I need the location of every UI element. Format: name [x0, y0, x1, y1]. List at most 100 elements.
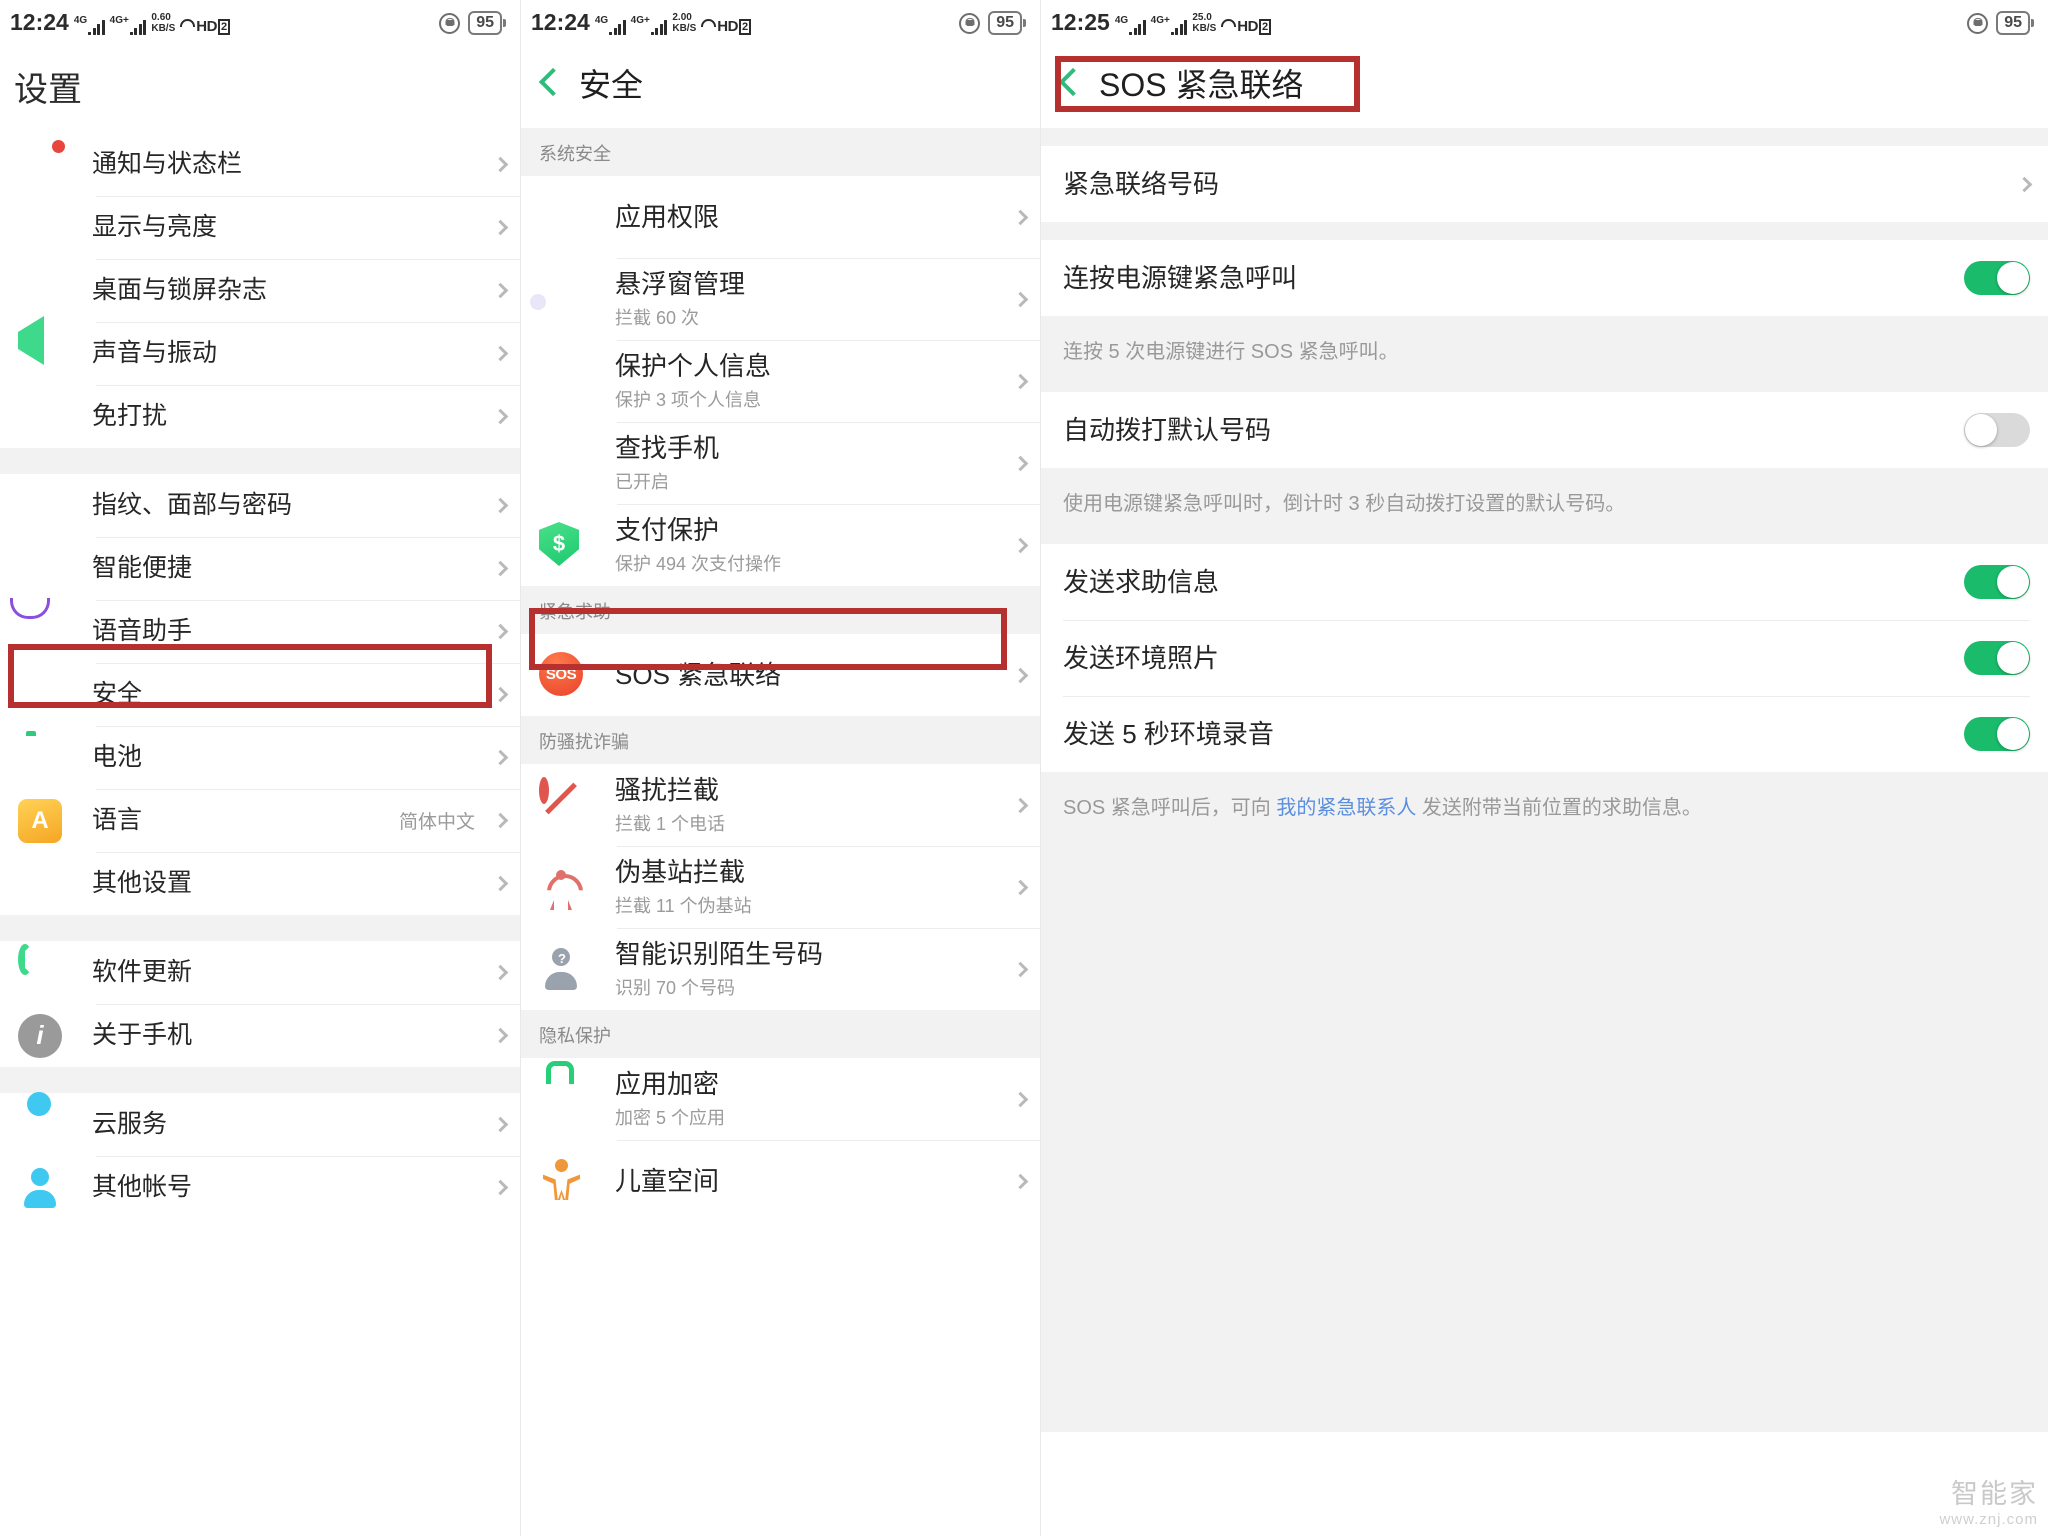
- rotation-lock-icon: [439, 12, 461, 34]
- section-header-anti-harassment: 防骚扰诈骗: [521, 716, 1040, 764]
- security-row-fake-base-station[interactable]: 伪基站拦截 拦截 11 个伪基站: [521, 846, 1040, 928]
- sos-row-power-key-call[interactable]: 连按电源键紧急呼叫: [1041, 240, 2048, 316]
- watermark: 智能家 www.znj.com: [1939, 1472, 2038, 1528]
- row-label: 语言: [92, 805, 143, 834]
- settings-row-language[interactable]: A 语言 简体中文: [0, 789, 520, 852]
- security-row-harassment-block[interactable]: 骚扰拦截 拦截 1 个电话: [521, 764, 1040, 846]
- volte-hd-icon: HD 2: [1221, 18, 1271, 35]
- chevron-right-icon: [492, 964, 509, 981]
- row-label: 云服务: [92, 1109, 168, 1138]
- battery-indicator: 95: [988, 11, 1026, 35]
- chevron-right-icon: [492, 1116, 509, 1133]
- row-subtitle: 已开启: [615, 472, 669, 493]
- fingerprint-face-icon: [18, 484, 62, 528]
- chevron-right-icon: [492, 1027, 509, 1044]
- toggle-send-environment-audio[interactable]: [1964, 717, 2030, 751]
- language-icon: A: [18, 798, 62, 843]
- unknown-number-icon: ?: [539, 946, 585, 992]
- security-row-payment-protection[interactable]: $ 支付保护 保护 494 次支付操作: [521, 504, 1040, 586]
- row-label: 其他帐号: [92, 1172, 193, 1201]
- nav-header-sos: SOS 紧急联络: [1041, 46, 2048, 128]
- settings-row-security[interactable]: 安全: [0, 663, 520, 726]
- notification-icon: [18, 139, 65, 187]
- status-clock: 12:24: [10, 9, 69, 35]
- panel-security: 12:24 4G 4G+ 2.00 KB/S HD 2 95 安全 系统安全 应…: [520, 0, 1040, 1536]
- sos-row-emergency-number[interactable]: 紧急联络号码: [1041, 146, 2048, 222]
- security-row-personal-info[interactable]: 保护个人信息 保护 3 项个人信息: [521, 340, 1040, 422]
- row-label: 自动拨打默认号码: [1063, 414, 1272, 445]
- toggle-send-environment-photo[interactable]: [1964, 641, 2030, 675]
- nav-header-security: 安全: [521, 46, 1040, 128]
- row-label: 发送求助信息: [1063, 566, 1220, 597]
- sos-row-auto-dial-default[interactable]: 自动拨打默认号码: [1041, 392, 2048, 468]
- my-emergency-contacts-link[interactable]: 我的紧急联系人: [1276, 797, 1416, 819]
- row-subtitle: 识别 70 个号码: [615, 978, 736, 999]
- settings-row-fingerprint[interactable]: 指纹、面部与密码: [0, 474, 520, 537]
- row-label: 软件更新: [92, 957, 193, 986]
- toggle-send-help-message[interactable]: [1964, 565, 2030, 599]
- security-row-kids-space[interactable]: 儿童空间: [521, 1140, 1040, 1222]
- settings-row-other-account[interactable]: 其他帐号: [0, 1156, 520, 1219]
- settings-row-software-update[interactable]: 软件更新: [0, 941, 520, 1004]
- settings-row-sound[interactable]: 声音与振动: [0, 315, 520, 385]
- battery-icon: [18, 736, 62, 780]
- toggle-power-key-call[interactable]: [1964, 261, 2030, 295]
- app-lock-icon: [539, 1076, 585, 1122]
- sim2-signal-icon: 4G+: [631, 16, 668, 35]
- voice-assistant-mic-icon: [18, 610, 62, 654]
- sound-vibration-icon: [18, 315, 62, 376]
- security-row-unknown-number[interactable]: ? 智能识别陌生号码 识别 70 个号码: [521, 928, 1040, 1010]
- security-group-system: 应用权限 悬浮窗管理 拦截 60 次 保护个人信息 保护 3 项个人信息 查找手…: [521, 176, 1040, 586]
- security-row-floating-window[interactable]: 悬浮窗管理 拦截 60 次: [521, 258, 1040, 340]
- settings-row-battery[interactable]: 电池: [0, 726, 520, 789]
- row-label: 发送环境照片: [1063, 642, 1220, 673]
- settings-row-wallpaper[interactable]: 桌面与锁屏杂志: [0, 259, 520, 322]
- security-row-app-encryption[interactable]: 应用加密 加密 5 个应用: [521, 1058, 1040, 1140]
- page-title: 安全: [579, 67, 644, 103]
- sos-row-send-environment-photo[interactable]: 发送环境照片: [1041, 620, 2048, 696]
- hint-text-post: 发送附带当前位置的求助信息。: [1416, 797, 1702, 819]
- sos-icon: SOS: [539, 652, 585, 698]
- row-label: 发送 5 秒环境录音: [1063, 718, 1274, 749]
- status-bar-2: 12:24 4G 4G+ 2.00 KB/S HD 2 95: [521, 0, 1040, 46]
- chevron-right-icon: [1012, 373, 1029, 389]
- security-group-privacy: 应用加密 加密 5 个应用 儿童空间: [521, 1058, 1040, 1222]
- hint-text-pre: SOS 紧急呼叫后，可向: [1063, 797, 1277, 819]
- payment-protection-shield-icon: $: [539, 522, 585, 568]
- settings-row-dnd[interactable]: 免打扰: [0, 385, 520, 448]
- network-speed: 2.00 KB/S: [672, 12, 697, 34]
- chevron-right-icon: [492, 156, 509, 173]
- hint-auto-dial-default: 使用电源键紧急呼叫时，倒计时 3 秒自动拨打设置的默认号码。: [1041, 468, 2048, 544]
- settings-row-other-settings[interactable]: 其他设置: [0, 852, 520, 915]
- settings-row-notification[interactable]: 通知与状态栏: [0, 133, 520, 196]
- chevron-right-icon: [492, 560, 509, 577]
- settings-row-cloud-service[interactable]: 云服务: [0, 1093, 520, 1156]
- security-row-app-permission[interactable]: 应用权限: [521, 176, 1040, 258]
- settings-row-voice-assistant[interactable]: 语音助手: [0, 600, 520, 663]
- chevron-right-icon: [492, 812, 509, 829]
- find-phone-icon: [539, 440, 585, 486]
- chevron-right-icon: [1012, 537, 1029, 553]
- security-row-sos-emergency-contact[interactable]: SOS SOS 紧急联络: [521, 634, 1040, 716]
- back-arrow-icon[interactable]: [539, 68, 557, 98]
- kids-space-icon: [539, 1158, 585, 1204]
- sos-row-send-help-message[interactable]: 发送求助信息: [1041, 544, 2048, 620]
- row-label: 儿童空间: [615, 1165, 720, 1196]
- sos-block-auto-dial: 自动拨打默认号码: [1041, 392, 2048, 468]
- row-label: 支付保护: [615, 514, 720, 545]
- personal-info-shield-icon: [539, 358, 585, 404]
- chevron-right-icon: [1012, 291, 1029, 307]
- toggle-auto-dial-default[interactable]: [1964, 413, 2030, 447]
- block-divider: [1041, 128, 2048, 146]
- sos-row-send-environment-audio[interactable]: 发送 5 秒环境录音: [1041, 696, 2048, 772]
- cloud-icon: [18, 1103, 62, 1147]
- settings-row-smart[interactable]: 智能便捷: [0, 537, 520, 600]
- settings-row-display[interactable]: 显示与亮度: [0, 196, 520, 259]
- row-label: 智能识别陌生号码: [615, 938, 824, 969]
- hint-power-key-call: 连按 5 次电源键进行 SOS 紧急呼叫。: [1041, 316, 2048, 392]
- row-label: 显示与亮度: [92, 212, 218, 241]
- back-arrow-icon[interactable]: [1059, 68, 1077, 98]
- section-header-emergency: 紧急求助: [521, 586, 1040, 634]
- security-row-find-phone[interactable]: 查找手机 已开启: [521, 422, 1040, 504]
- settings-row-about-phone[interactable]: i 关于手机: [0, 1004, 520, 1067]
